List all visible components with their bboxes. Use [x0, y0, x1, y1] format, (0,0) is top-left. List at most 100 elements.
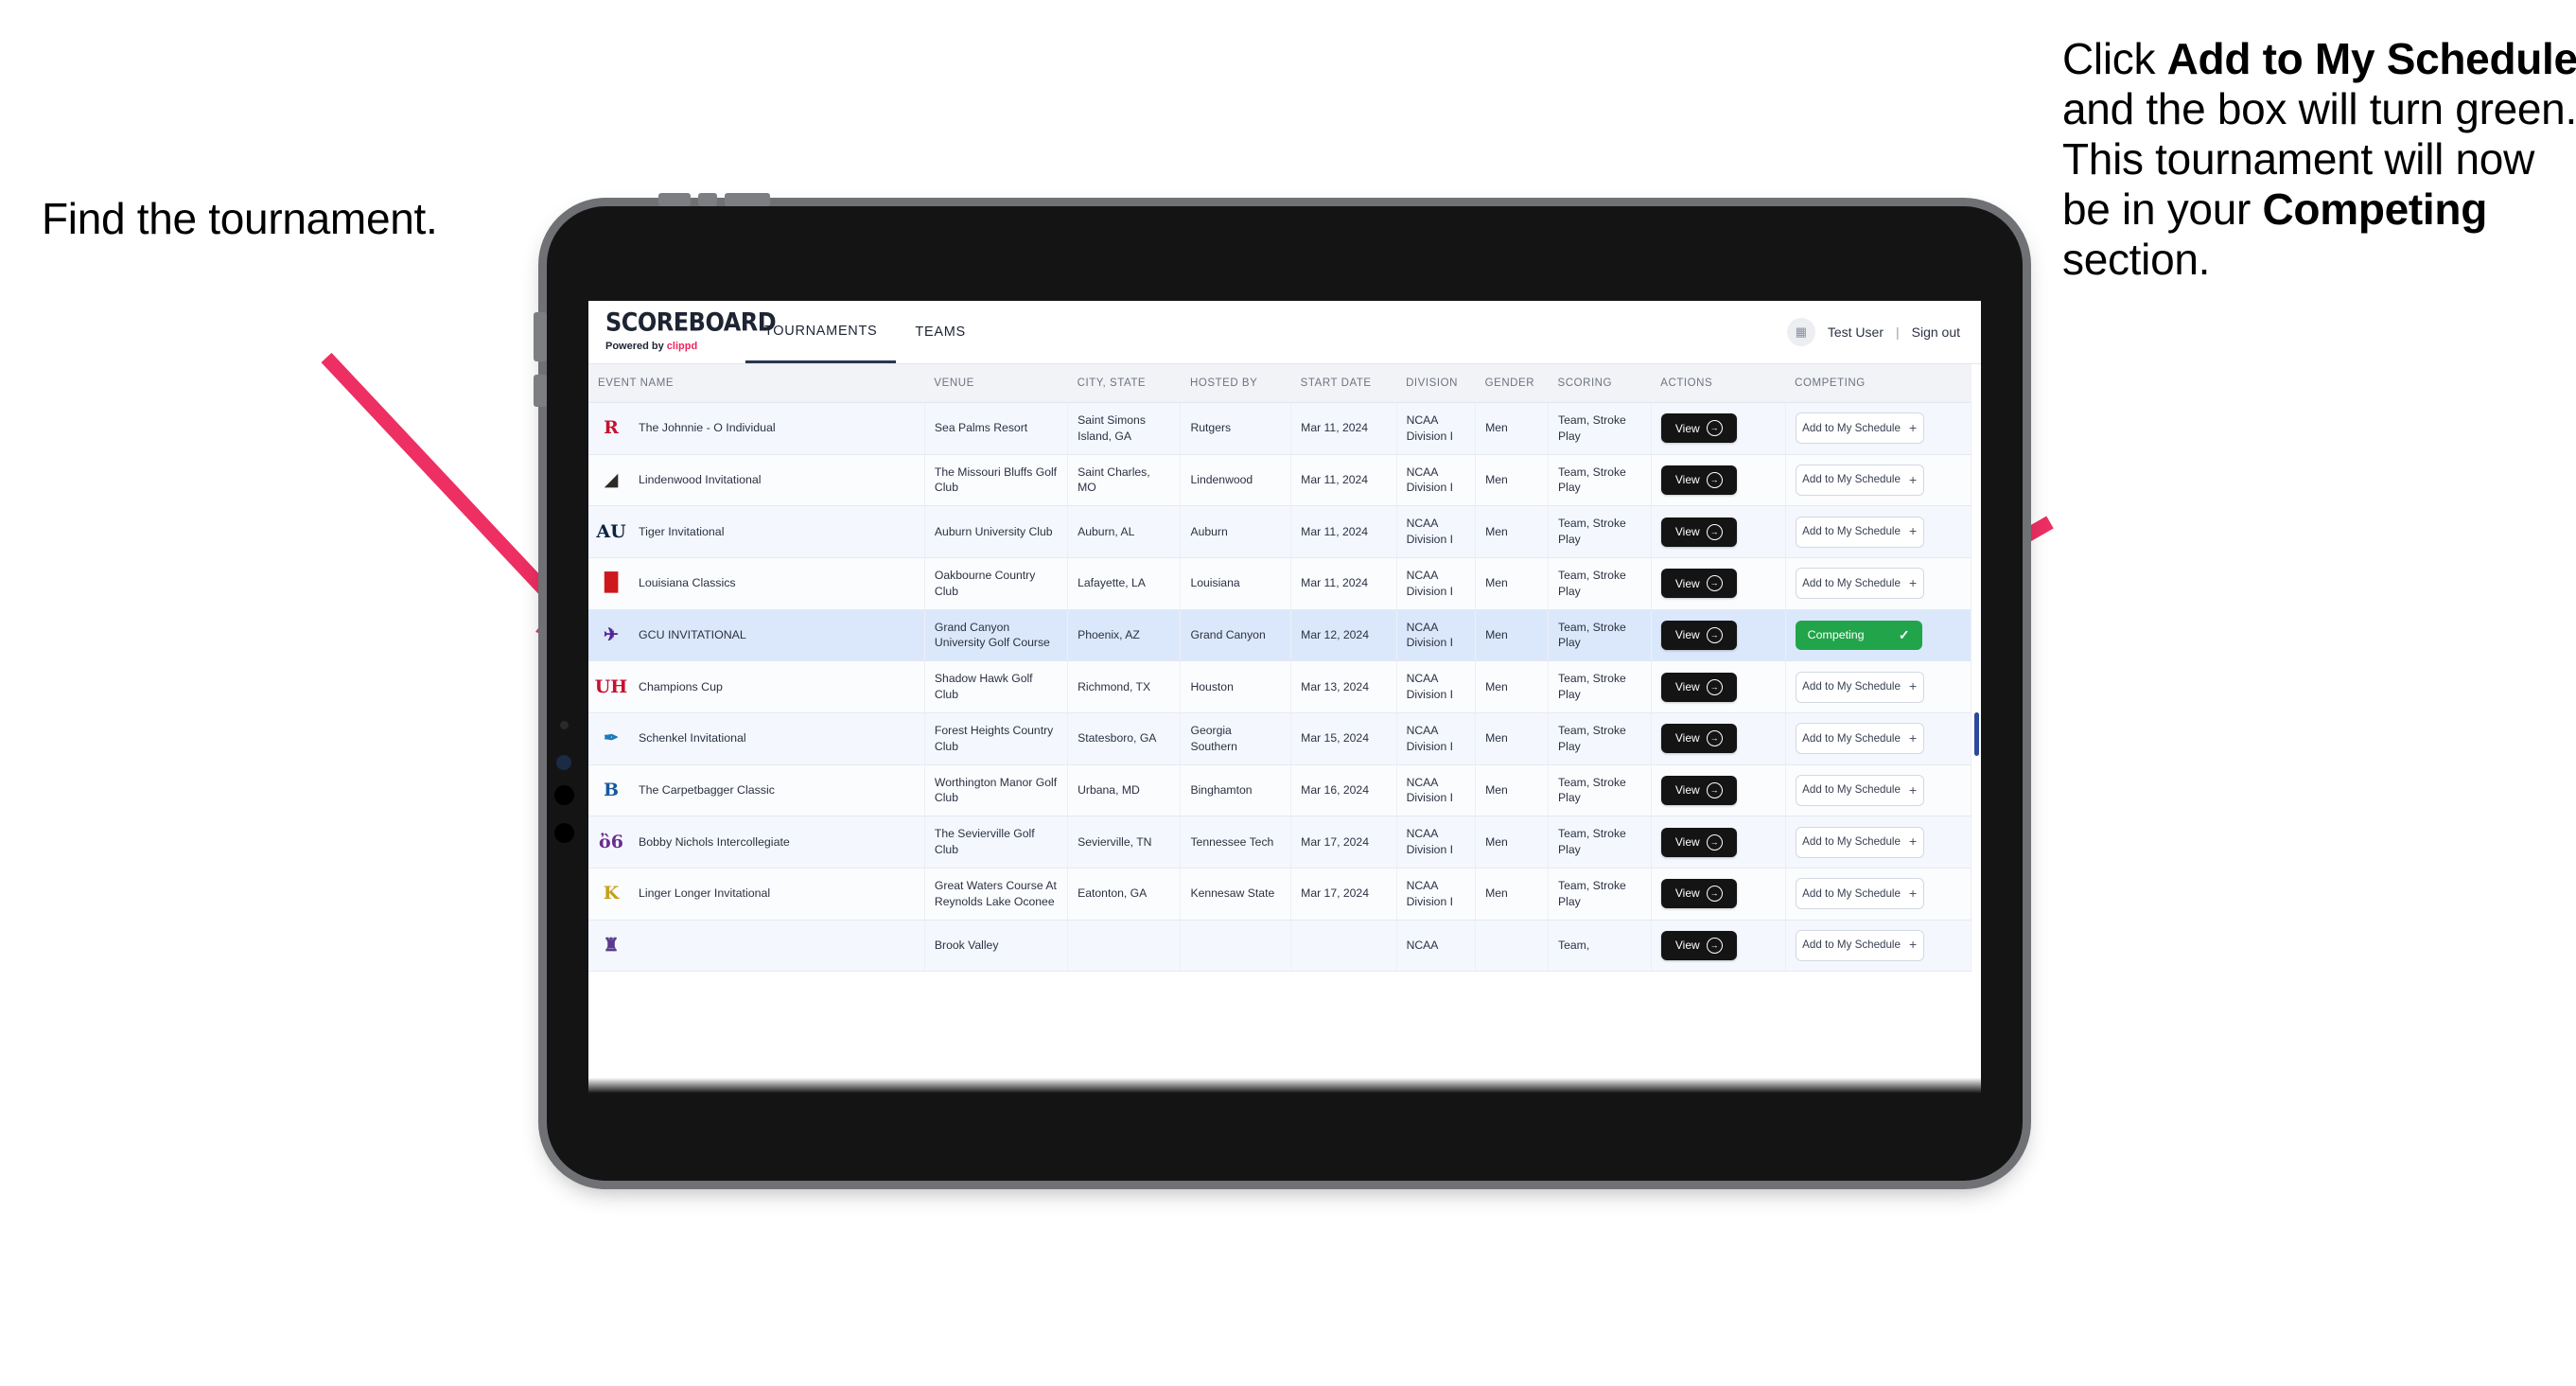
column-header-division[interactable]: DIVISION	[1396, 364, 1476, 403]
annotation-add-to-schedule: Click Add to My Schedule and the box wil…	[2062, 34, 2576, 284]
column-header-start-date[interactable]: START DATE	[1290, 364, 1397, 403]
plus-icon: +	[1908, 781, 1918, 798]
avatar[interactable]: ▦	[1786, 318, 1815, 346]
table-row[interactable]: ὂ6 Bobby Nichols Intercollegiate The Sevie…	[588, 816, 1972, 868]
table-row[interactable]: UH Champions Cup Shadow Hawk Golf Club Rich…	[588, 660, 1972, 713]
add-to-my-schedule-button[interactable]: Add to My Schedule +	[1795, 723, 1924, 755]
view-button[interactable]: View →	[1660, 569, 1737, 599]
cell-start-date: Mar 12, 2024	[1290, 609, 1397, 662]
cell-scoring: Team, Stroke Play	[1548, 816, 1652, 868]
view-button[interactable]: View →	[1660, 930, 1737, 960]
mic-button[interactable]	[698, 193, 717, 206]
column-header-scoring[interactable]: SCORING	[1548, 364, 1652, 403]
column-header-city-state[interactable]: CITY, STATE	[1067, 364, 1181, 403]
add-to-my-schedule-label: Add to My Schedule	[1802, 473, 1901, 486]
cell-start-date	[1290, 920, 1397, 972]
view-button-label: View	[1674, 679, 1700, 693]
vertical-scrollbar[interactable]	[1974, 712, 1979, 756]
table-row[interactable]: ▐▌ Louisiana Classics Oakbourne Country Cl…	[588, 557, 1972, 610]
cell-venue: The Sevierville Golf Club	[924, 816, 1069, 868]
brand-tagline: Powered by clippd	[605, 341, 745, 352]
add-to-my-schedule-button[interactable]: Add to My Schedule +	[1795, 671, 1924, 703]
view-button[interactable]: View →	[1660, 724, 1737, 754]
cell-gender: Men	[1475, 868, 1550, 921]
view-button[interactable]: View →	[1660, 465, 1737, 495]
table-row[interactable]: ♜ Brook Valley NCAA Team, View → Add to My Sch…	[588, 920, 1972, 972]
view-button[interactable]: View →	[1660, 879, 1737, 909]
cell-division: NCAA Division I	[1396, 454, 1477, 507]
cell-gender: Men	[1475, 816, 1550, 868]
cell-actions: View →	[1651, 816, 1786, 868]
cell-start-date: Mar 17, 2024	[1290, 816, 1397, 868]
add-to-my-schedule-label: Add to My Schedule	[1802, 783, 1901, 797]
sign-out-link[interactable]: Sign out	[1912, 325, 1960, 340]
table-row[interactable]: B The Carpetbagger Classic Worthington Man…	[588, 764, 1972, 817]
volume-up-button[interactable]	[534, 312, 547, 361]
cell-start-date: Mar 11, 2024	[1290, 557, 1397, 610]
cell-city-state: Eatonton, GA	[1067, 868, 1182, 921]
event-name-label: Champions Cup	[639, 679, 723, 693]
cell-actions: View →	[1651, 920, 1786, 972]
plus-icon: +	[1908, 937, 1918, 953]
table-row[interactable]: ✈ GCU INVITATIONAL Grand Canyon University…	[588, 609, 1972, 662]
add-to-my-schedule-button[interactable]: Add to My Schedule +	[1795, 412, 1924, 445]
volume-down-button[interactable]	[534, 375, 547, 407]
brand-logo[interactable]: SCOREBOARD Powered by clippd	[588, 301, 777, 363]
table-row[interactable]: ✒ Schenkel Invitational Forest Heights Cou…	[588, 712, 1972, 765]
add-to-my-schedule-button[interactable]: Add to My Schedule +	[1795, 568, 1924, 600]
cell-division: NCAA Division I	[1396, 505, 1477, 558]
power-button[interactable]	[658, 193, 691, 206]
table-row[interactable]: K Linger Longer Invitational Great Waters …	[588, 868, 1972, 921]
table-row[interactable]: ◢ Lindenwood Invitational The Missouri Blu…	[588, 454, 1972, 507]
table-row[interactable]: R The Johnnie - O Individual Sea Palms Res…	[588, 402, 1972, 455]
table-row[interactable]: AU Tiger Invitational Auburn University Cl…	[588, 505, 1972, 558]
cell-hosted-by: Kennesaw State	[1180, 868, 1292, 921]
column-header-venue[interactable]: VENUE	[924, 364, 1068, 403]
add-to-my-schedule-button[interactable]: Add to My Schedule +	[1795, 826, 1924, 858]
column-header-hosted-by[interactable]: HOSTED BY	[1180, 364, 1291, 403]
cell-venue: The Missouri Bluffs Golf Club	[924, 454, 1069, 507]
arrow-right-circle-icon: →	[1706, 833, 1723, 851]
cell-event-name: B The Carpetbagger Classic	[588, 764, 925, 817]
add-to-my-schedule-button[interactable]: Add to My Schedule +	[1795, 516, 1924, 548]
cell-division: NCAA Division I	[1396, 609, 1477, 662]
cell-event-name: UH Champions Cup	[588, 660, 925, 713]
event-name-label: The Johnnie - O Individual	[639, 421, 776, 435]
arrow-right-circle-icon: →	[1706, 730, 1723, 747]
add-to-my-schedule-button[interactable]: Add to My Schedule +	[1795, 464, 1924, 496]
event-name-label: Tiger Invitational	[639, 524, 725, 538]
view-button[interactable]: View →	[1660, 517, 1737, 547]
tournaments-table-container[interactable]: EVENT NAME VENUE CITY, STATE HOSTED BY START…	[588, 364, 1981, 1094]
add-to-my-schedule-button[interactable]: Add to My Schedule +	[1795, 878, 1924, 910]
view-button-label: View	[1674, 731, 1700, 746]
volume-top-button[interactable]	[725, 193, 770, 206]
view-button-label: View	[1674, 524, 1700, 538]
cell-venue: Worthington Manor Golf Club	[924, 764, 1069, 817]
column-header-actions[interactable]: ACTIONS	[1651, 364, 1786, 403]
cell-hosted-by: Houston	[1180, 660, 1292, 713]
view-button[interactable]: View →	[1660, 827, 1737, 857]
tab-teams[interactable]: TEAMS	[896, 301, 984, 363]
cell-start-date: Mar 11, 2024	[1290, 402, 1397, 455]
cell-city-state: Phoenix, AZ	[1067, 609, 1182, 662]
competing-button[interactable]: Competing ✓	[1795, 620, 1922, 650]
team-logo-icon: ◢	[604, 468, 619, 490]
event-name-label: GCU INVITATIONAL	[639, 627, 746, 641]
column-header-gender[interactable]: GENDER	[1475, 364, 1549, 403]
cell-scoring: Team, Stroke Play	[1548, 764, 1652, 817]
table-header-row: EVENT NAME VENUE CITY, STATE HOSTED BY START…	[588, 364, 1971, 403]
view-button[interactable]: View →	[1660, 620, 1737, 650]
add-to-my-schedule-button[interactable]: Add to My Schedule +	[1795, 929, 1924, 961]
cell-scoring: Team, Stroke Play	[1548, 454, 1652, 507]
view-button[interactable]: View →	[1660, 413, 1737, 444]
view-button[interactable]: View →	[1660, 775, 1737, 805]
team-logo-icon: ✈	[604, 623, 619, 645]
cell-gender: Men	[1475, 660, 1550, 713]
arrow-right-circle-icon: →	[1706, 886, 1723, 903]
column-header-event-name[interactable]: EVENT NAME	[588, 364, 925, 403]
cell-event-name: ὂ6 Bobby Nichols Intercollegiate	[588, 816, 925, 868]
view-button[interactable]: View →	[1660, 672, 1737, 702]
cell-event-name: ✒ Schenkel Invitational	[588, 712, 925, 765]
add-to-my-schedule-button[interactable]: Add to My Schedule +	[1795, 774, 1924, 806]
column-header-competing[interactable]: COMPETING	[1785, 364, 1971, 403]
